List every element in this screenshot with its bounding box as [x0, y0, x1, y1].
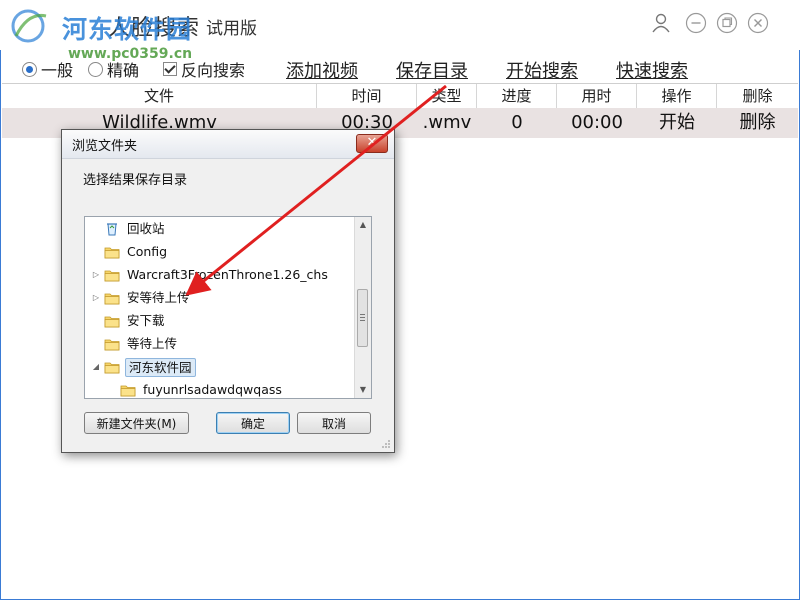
- resize-grip-icon[interactable]: [381, 439, 391, 449]
- ok-button[interactable]: 确定: [216, 412, 290, 434]
- add-video-button[interactable]: 添加视频: [286, 57, 358, 83]
- start-search-button[interactable]: 开始搜索: [506, 57, 578, 83]
- tree-item-label: 安等待上传: [127, 290, 190, 305]
- column-header-delete[interactable]: 删除: [717, 84, 798, 108]
- new-folder-button[interactable]: 新建文件夹(M): [84, 412, 189, 434]
- tree-item-label: fuyunrlsadawdqwqass: [143, 382, 282, 397]
- scrollbar-thumb[interactable]: [357, 289, 368, 347]
- column-header-progress[interactable]: 进度: [477, 84, 557, 108]
- mode-precise-option[interactable]: 精确: [88, 57, 139, 81]
- tree-item-config[interactable]: Config: [91, 242, 169, 262]
- column-header-time[interactable]: 时间: [317, 84, 417, 108]
- mode-general-radio[interactable]: [22, 61, 37, 77]
- folder-tree[interactable]: 回收站 Config ▷ Warcraft3FrozenThrone1.26_c…: [84, 216, 372, 399]
- tree-item-label: 安下载: [127, 313, 165, 328]
- mode-precise-radio[interactable]: [88, 61, 103, 77]
- folder-icon: [120, 385, 136, 397]
- app-edition: 试用版: [206, 19, 257, 39]
- tree-item-label: 回收站: [127, 221, 165, 236]
- close-icon[interactable]: [747, 12, 769, 34]
- column-header-action[interactable]: 操作: [637, 84, 717, 108]
- folder-icon: [104, 293, 120, 305]
- column-header-type[interactable]: 类型: [417, 84, 477, 108]
- tree-item-label: 等待上传: [127, 336, 178, 351]
- tree-item-label: 河东软件园: [125, 357, 196, 377]
- scroll-down-arrow-icon[interactable]: ▼: [355, 382, 371, 398]
- reverse-search-option[interactable]: 反向搜索: [163, 57, 245, 81]
- tree-item-recycle-bin[interactable]: 回收站: [91, 219, 167, 239]
- app-logo-icon: [11, 9, 47, 43]
- browse-folder-dialog: 浏览文件夹 ✕ 选择结果保存目录 回收站 Config ▷ Warcraft3F…: [61, 129, 395, 453]
- folder-icon: [104, 339, 120, 351]
- watermark-site-name: 河东软件园: [62, 15, 193, 44]
- dialog-title: 浏览文件夹: [72, 139, 138, 154]
- tree-item-warcraft[interactable]: ▷ Warcraft3FrozenThrone1.26_chs: [91, 265, 330, 285]
- folder-icon: [104, 247, 120, 259]
- dialog-prompt: 选择结果保存目录: [83, 173, 188, 188]
- reverse-search-checkbox[interactable]: [163, 62, 177, 76]
- column-header-file[interactable]: 文件: [2, 84, 317, 108]
- maximize-icon[interactable]: [716, 12, 738, 34]
- column-header-elapsed[interactable]: 用时: [557, 84, 637, 108]
- quick-search-button[interactable]: 快速搜索: [616, 57, 688, 83]
- scroll-up-arrow-icon[interactable]: ▲: [355, 217, 371, 233]
- cell-elapsed: 00:00: [571, 112, 623, 133]
- cancel-button[interactable]: 取消: [297, 412, 371, 434]
- save-directory-button[interactable]: 保存目录: [396, 57, 468, 83]
- title-bar: 人脸搜索 试用版 河东软件园 www.pc0359.cn: [0, 0, 800, 62]
- user-icon[interactable]: [650, 12, 672, 34]
- cell-progress: 0: [511, 112, 523, 133]
- tree-item-label: Warcraft3FrozenThrone1.26_chs: [127, 267, 328, 282]
- start-row-button[interactable]: 开始: [637, 108, 717, 138]
- dialog-close-button[interactable]: ✕: [356, 134, 388, 153]
- folder-icon: [104, 362, 120, 374]
- tree-expander[interactable]: ◢: [91, 357, 101, 377]
- tree-item-label: Config: [127, 244, 168, 259]
- tree-item-an-download[interactable]: 安下载: [91, 311, 167, 331]
- tree-item-hedong-selected[interactable]: ◢ 河东软件园: [91, 357, 196, 377]
- recycle-bin-icon: [107, 223, 117, 236]
- minimize-icon[interactable]: [685, 12, 707, 34]
- folder-icon: [104, 270, 120, 282]
- tree-expander[interactable]: ▷: [91, 265, 101, 285]
- mode-precise-label: 精确: [107, 61, 140, 80]
- tree-item-fuyun[interactable]: fuyunrlsadawdqwqass: [107, 380, 284, 398]
- tree-item-an-waiting-upload[interactable]: ▷ 安等待上传: [91, 288, 192, 308]
- table-header: 文件 时间 类型 进度 用时 操作 删除: [2, 83, 798, 109]
- tree-item-waiting-upload[interactable]: 等待上传: [91, 334, 179, 354]
- mode-general-option[interactable]: 一般: [22, 57, 73, 81]
- tree-scrollbar[interactable]: ▲ ▼: [354, 217, 371, 398]
- dialog-title-bar: 浏览文件夹 ✕: [62, 130, 394, 159]
- reverse-search-label: 反向搜索: [181, 61, 246, 80]
- tree-expander[interactable]: ▷: [91, 288, 101, 308]
- mode-general-label: 一般: [41, 61, 74, 80]
- delete-row-button[interactable]: 删除: [717, 108, 798, 138]
- cell-type: .wmv: [422, 112, 472, 133]
- options-bar: 一般 精确 反向搜索 添加视频 保存目录 开始搜索 快速搜索: [0, 52, 800, 82]
- folder-icon: [104, 316, 120, 328]
